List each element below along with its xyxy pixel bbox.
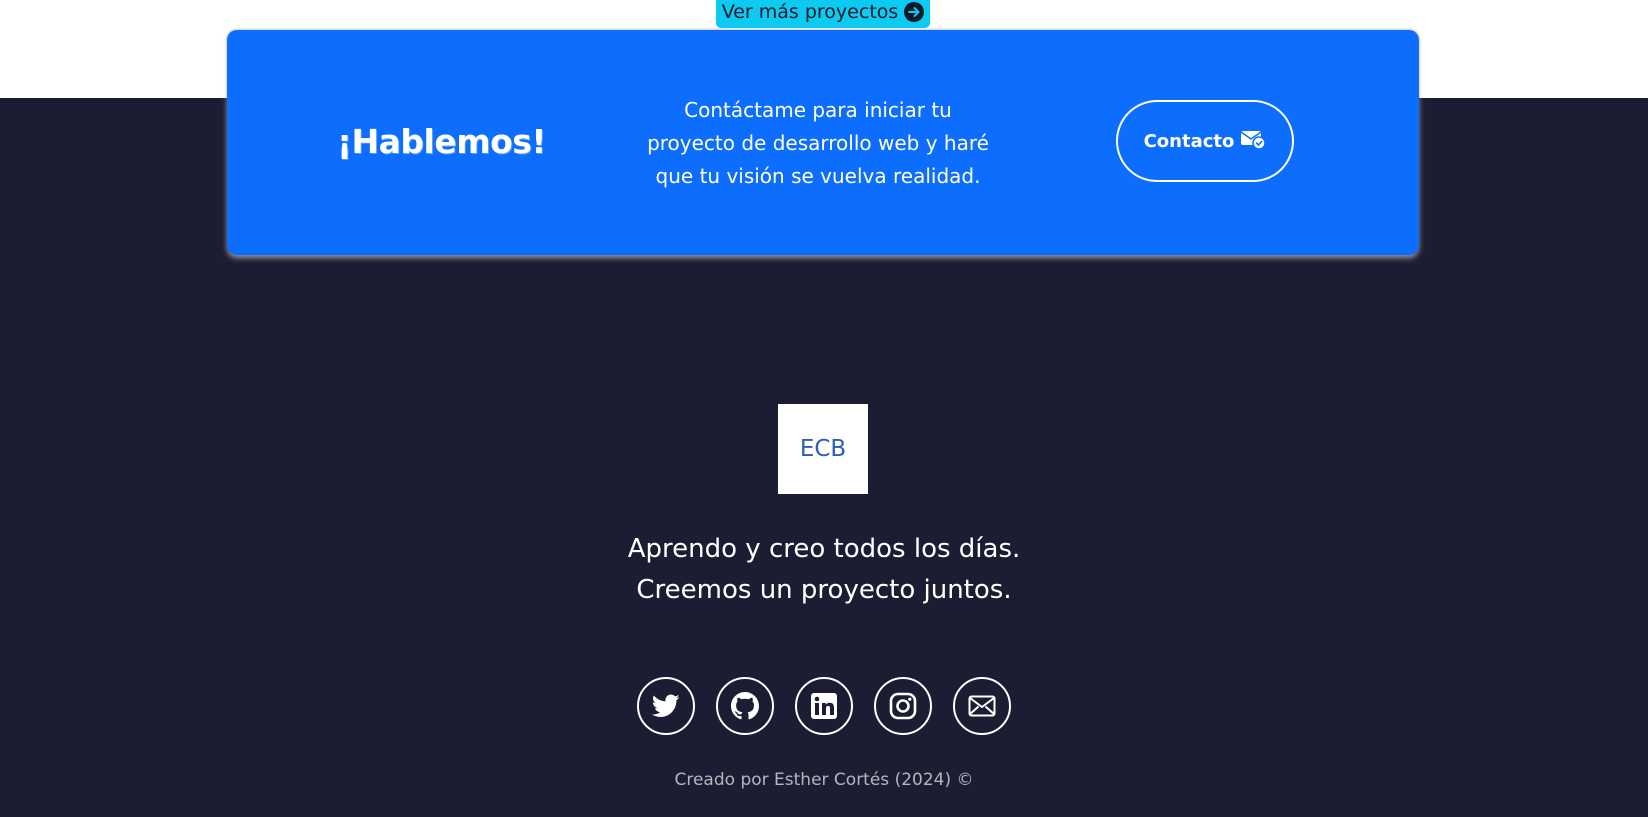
contact-button-label: Contacto xyxy=(1143,130,1235,152)
arrow-right-circle-icon xyxy=(904,2,925,22)
contact-cta-card: ¡Hablemos! Contáctame para iniciar tu pr… xyxy=(227,30,1419,255)
linkedin-icon xyxy=(811,693,837,719)
cta-text: Contáctame para iniciar tu proyecto de d… xyxy=(647,98,989,188)
cta-title: ¡Hablemos! xyxy=(336,122,547,161)
more-projects-button[interactable]: Ver más proyectos xyxy=(716,0,930,28)
tagline-line-1: Aprendo y creo todos los días. xyxy=(627,534,1021,564)
copyright-text: Creado por Esther Cortés (2024) © xyxy=(674,770,974,790)
twitter-icon xyxy=(652,694,680,717)
github-link[interactable] xyxy=(716,677,774,735)
more-projects-label: Ver más proyectos xyxy=(721,1,899,23)
footer-tagline: Aprendo y creo todos los días. Creemos u… xyxy=(524,529,1124,611)
github-icon xyxy=(731,692,759,720)
linkedin-link[interactable] xyxy=(795,677,853,735)
tagline-line-2: Creemos un proyecto juntos. xyxy=(636,575,1012,605)
envelope-icon xyxy=(968,695,996,717)
instagram-icon xyxy=(889,692,917,720)
twitter-link[interactable] xyxy=(637,677,695,735)
email-link[interactable] xyxy=(953,677,1011,735)
envelope-check-icon xyxy=(1240,128,1267,155)
site-logo[interactable]: ECB xyxy=(778,404,868,494)
instagram-link[interactable] xyxy=(874,677,932,735)
contact-button[interactable]: Contacto xyxy=(1116,100,1294,182)
social-links xyxy=(637,677,1011,735)
